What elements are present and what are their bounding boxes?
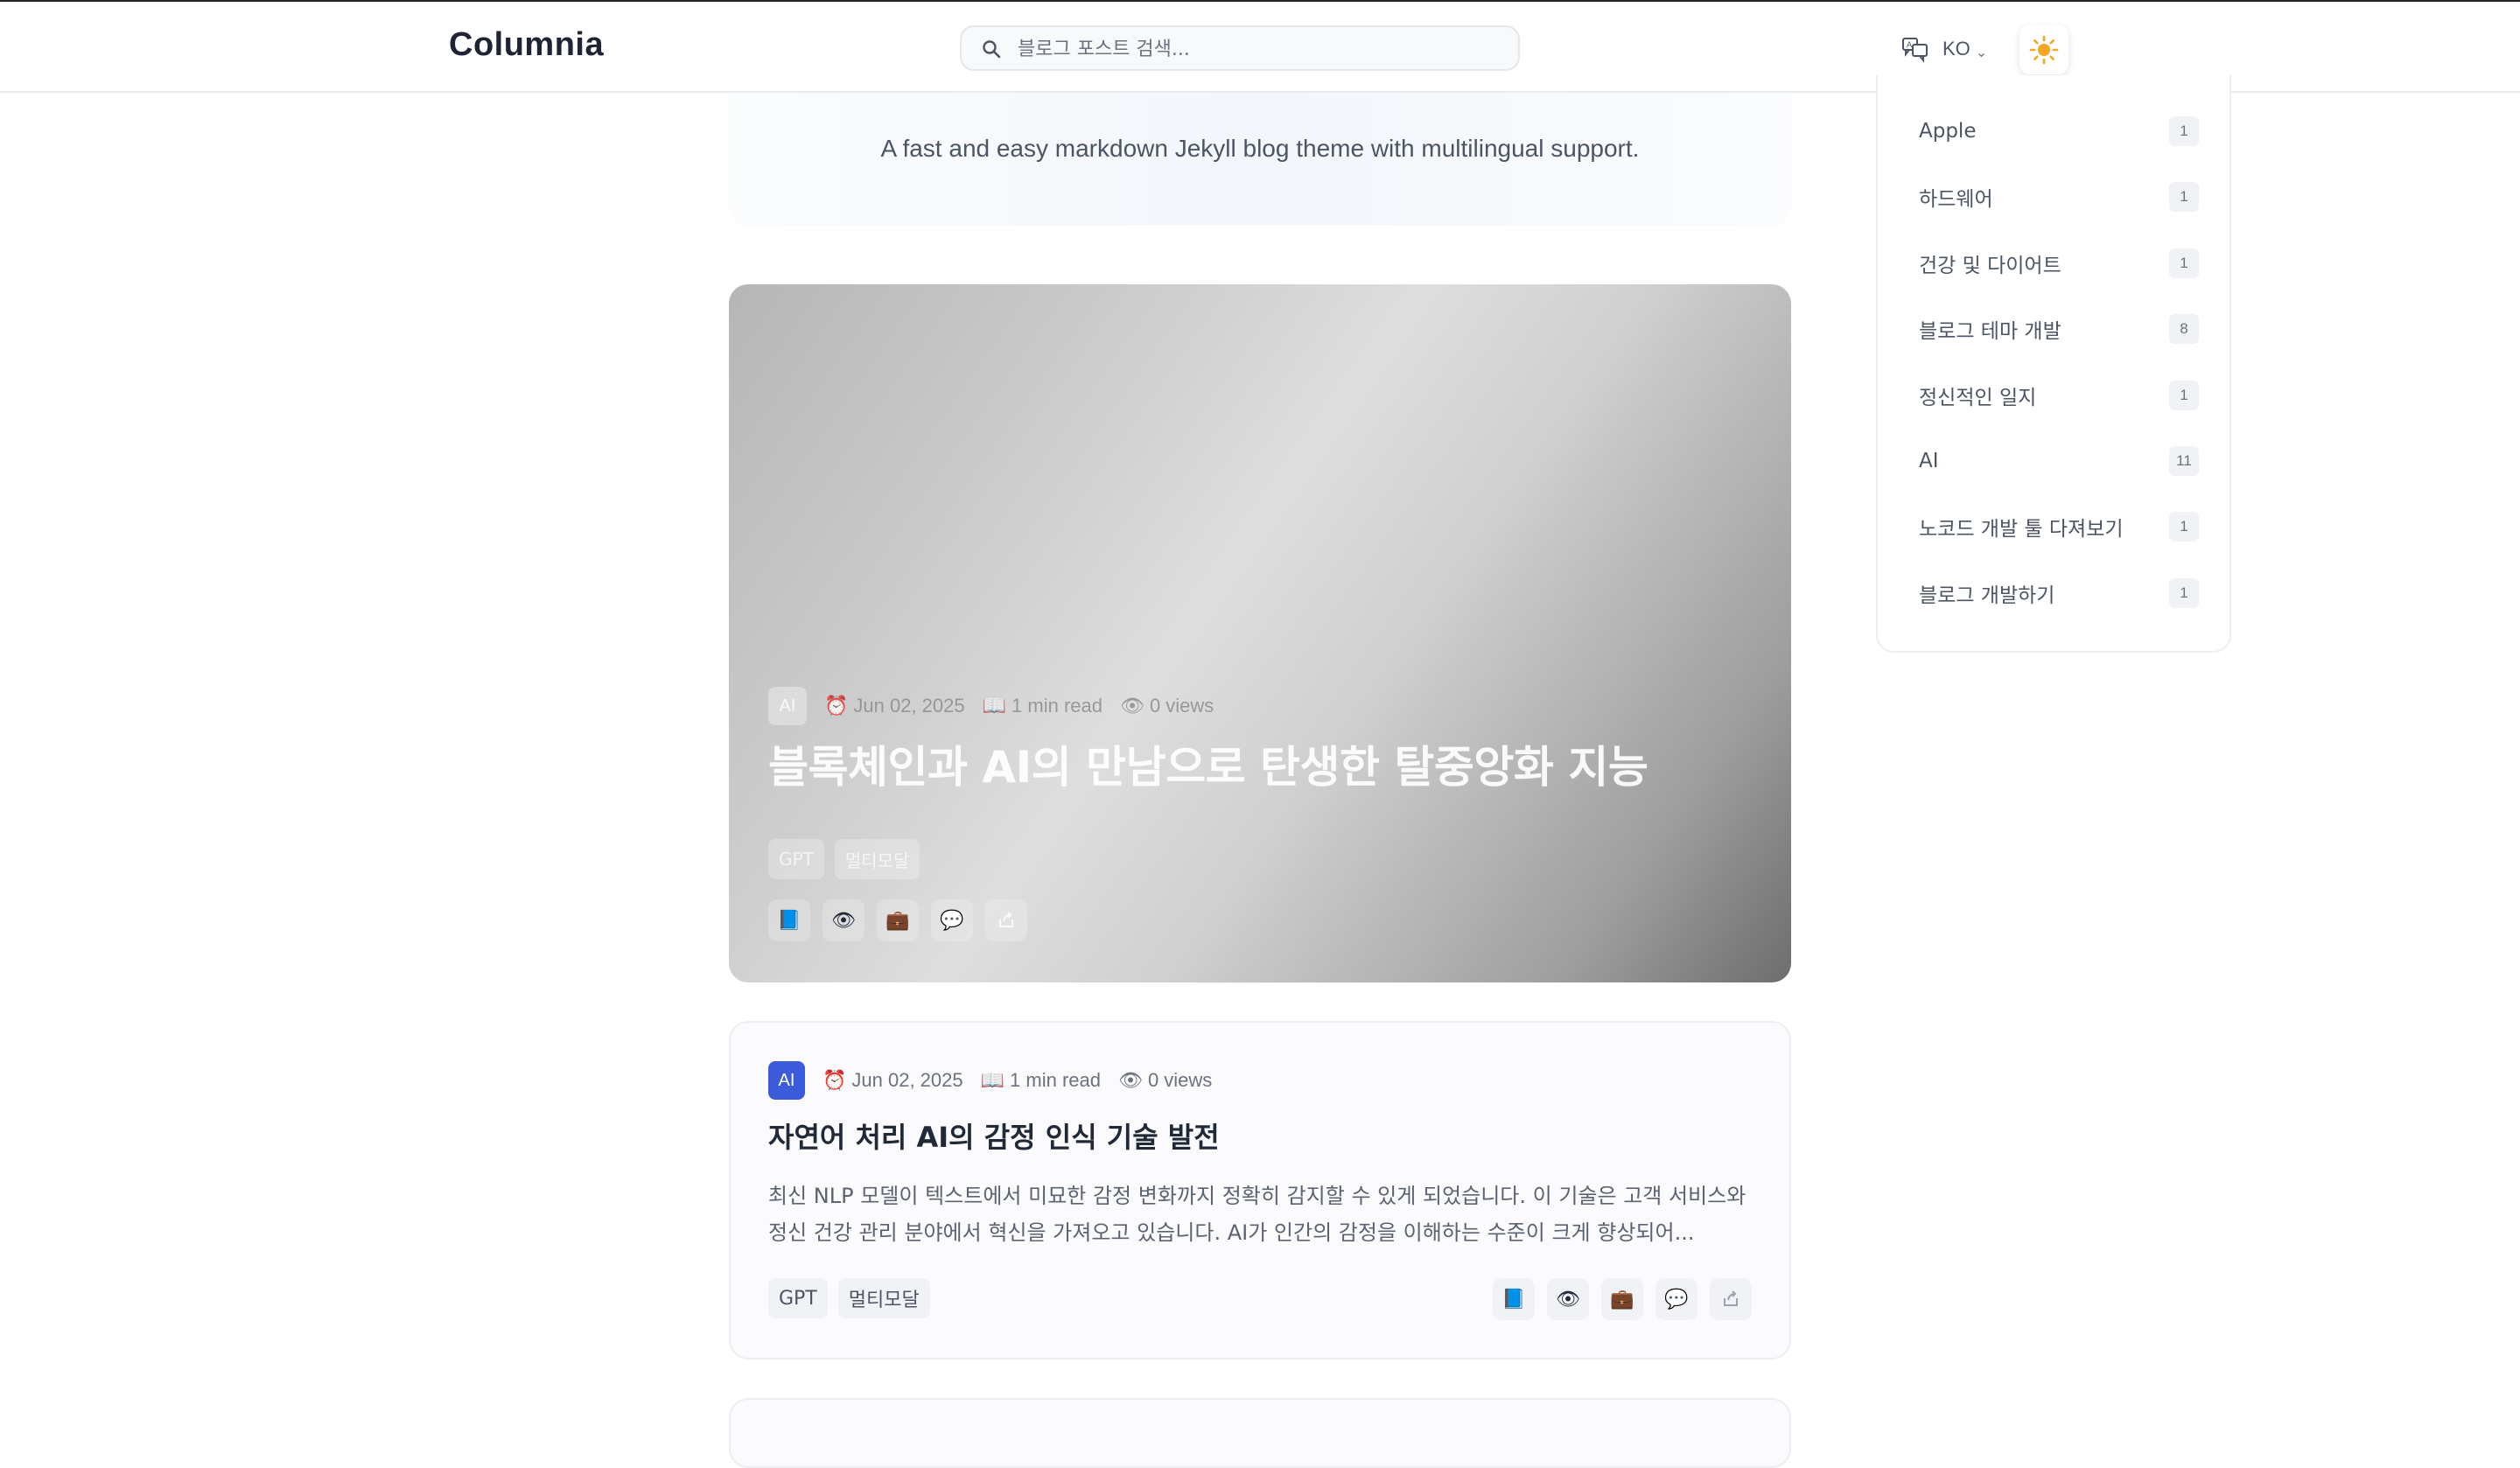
open-book-icon: 📖 bbox=[980, 1069, 1005, 1091]
post-title[interactable]: 블록체인과 AI의 만남으로 탄생한 탈중앙화 지능 bbox=[768, 732, 1648, 795]
view-count-text: 0 views bbox=[1149, 695, 1214, 717]
post-title[interactable]: 자연어 처리 AI의 감정 인식 기술 발전 bbox=[768, 1115, 1220, 1156]
read-time-text: 1 min read bbox=[1012, 695, 1102, 717]
featured-post-card[interactable]: AI ⏰ Jun 02, 2025 📖 1 min read 👁 0 views… bbox=[729, 284, 1791, 982]
category-item[interactable]: 블로그 테마 개발 8 bbox=[1919, 311, 2199, 346]
category-count: 11 bbox=[2169, 446, 2199, 476]
tag-chip[interactable]: 멀티모달 bbox=[837, 1278, 930, 1318]
category-name: Apple bbox=[1919, 120, 1977, 143]
eye-icon[interactable]: 👁 bbox=[1547, 1278, 1589, 1320]
category-item[interactable]: 건강 및 다이어트 1 bbox=[1919, 246, 2199, 281]
book-icon[interactable]: 📘 bbox=[1493, 1278, 1535, 1320]
category-name: AI bbox=[1919, 450, 1939, 472]
search-icon bbox=[983, 40, 1001, 59]
category-count: 1 bbox=[2169, 512, 2199, 542]
post-actions: 📘 👁 💼 💬 bbox=[1493, 1278, 1752, 1320]
category-count: 8 bbox=[2169, 314, 2199, 344]
book-icon[interactable]: 📘 bbox=[768, 899, 810, 941]
read-time: 📖 1 min read bbox=[981, 1069, 1101, 1092]
svg-text:A: A bbox=[1907, 41, 1913, 50]
category-item[interactable]: Apple 1 bbox=[1919, 114, 2199, 149]
category-badge[interactable]: AI bbox=[768, 1061, 805, 1100]
read-time: 📖 1 min read bbox=[983, 695, 1102, 717]
search-box[interactable] bbox=[960, 25, 1520, 71]
briefcase-icon[interactable]: 💼 bbox=[877, 899, 919, 941]
category-item[interactable]: 하드웨어 1 bbox=[1919, 179, 2199, 214]
eye-icon: 👁 bbox=[1118, 1069, 1143, 1091]
post-excerpt: 최신 NLP 모델이 텍스트에서 미묘한 감정 변화까지 정확히 감지할 수 있… bbox=[768, 1184, 1746, 1245]
sun-icon bbox=[2029, 35, 2059, 65]
theme-toggle-button[interactable] bbox=[2020, 25, 2068, 74]
post-actions: 📘 👁 💼 💬 bbox=[768, 899, 1027, 941]
post-date-text: Jun 02, 2025 bbox=[851, 1069, 963, 1091]
hero-banner: A fast and easy markdown Jekyll blog the… bbox=[729, 93, 1791, 226]
category-badge[interactable]: AI bbox=[768, 687, 807, 725]
category-name: 블로그 테마 개발 bbox=[1919, 320, 2062, 343]
post-meta: AI ⏰ Jun 02, 2025 📖 1 min read 👁 0 views bbox=[768, 687, 1214, 725]
category-count: 1 bbox=[2169, 116, 2199, 146]
category-item[interactable]: 블로그 개발하기 1 bbox=[1919, 576, 2199, 611]
category-item[interactable]: 정신적인 일지 1 bbox=[1919, 378, 2199, 413]
read-time-text: 1 min read bbox=[1010, 1069, 1101, 1091]
search-input[interactable] bbox=[1016, 34, 1509, 64]
language-selector[interactable]: A KO ⌄ bbox=[1900, 31, 1987, 66]
eye-icon[interactable]: 👁 bbox=[822, 899, 864, 941]
site-logo[interactable]: Columnia bbox=[449, 26, 604, 64]
category-item[interactable]: 노코드 개발 툴 다져보기 1 bbox=[1919, 509, 2199, 544]
post-card[interactable] bbox=[729, 1398, 1791, 1468]
post-meta: AI ⏰ Jun 02, 2025 📖 1 min read 👁 0 views bbox=[768, 1061, 1212, 1100]
share-icon[interactable] bbox=[1710, 1278, 1752, 1320]
tag-chip[interactable]: 멀티모달 bbox=[834, 839, 920, 879]
post-date: ⏰ Jun 02, 2025 bbox=[824, 695, 965, 717]
post-date-text: Jun 02, 2025 bbox=[853, 695, 965, 717]
briefcase-icon[interactable]: 💼 bbox=[1601, 1278, 1643, 1320]
post-card[interactable]: AI ⏰ Jun 02, 2025 📖 1 min read 👁 0 views… bbox=[729, 1021, 1791, 1360]
category-count: 1 bbox=[2169, 248, 2199, 278]
translate-icon: A bbox=[1902, 38, 1928, 63]
share-glyph bbox=[1724, 1290, 1738, 1306]
eye-icon: 👁 bbox=[1120, 695, 1144, 717]
alarm-clock-icon: ⏰ bbox=[822, 1069, 847, 1091]
category-name: 건강 및 다이어트 bbox=[1919, 255, 2062, 277]
alarm-clock-icon: ⏰ bbox=[824, 695, 849, 717]
comment-icon[interactable]: 💬 bbox=[1656, 1278, 1698, 1320]
post-tags: GPT 멀티모달 bbox=[768, 839, 920, 879]
site-tagline: A fast and easy markdown Jekyll blog the… bbox=[880, 135, 1640, 162]
view-count-text: 0 views bbox=[1147, 1069, 1213, 1091]
tag-chip[interactable]: GPT bbox=[768, 1278, 828, 1318]
category-count: 1 bbox=[2169, 578, 2199, 608]
post-tags: GPT 멀티모달 bbox=[768, 1278, 930, 1318]
category-count: 1 bbox=[2169, 182, 2199, 212]
category-name: 노코드 개발 툴 다져보기 bbox=[1919, 518, 2124, 541]
category-name: 하드웨어 bbox=[1919, 188, 1993, 211]
share-glyph bbox=[999, 912, 1013, 927]
share-icon[interactable] bbox=[985, 899, 1027, 941]
tag-chip[interactable]: GPT bbox=[768, 839, 824, 879]
post-date: ⏰ Jun 02, 2025 bbox=[822, 1069, 963, 1092]
comment-icon[interactable]: 💬 bbox=[931, 899, 973, 941]
open-book-icon: 📖 bbox=[982, 695, 1007, 717]
category-count: 1 bbox=[2169, 381, 2199, 410]
category-item[interactable]: AI 11 bbox=[1919, 444, 2199, 479]
category-name: 정신적인 일지 bbox=[1919, 387, 2037, 409]
view-count: 👁 0 views bbox=[1118, 1069, 1212, 1092]
category-name: 블로그 개발하기 bbox=[1919, 584, 2055, 607]
view-count: 👁 0 views bbox=[1120, 695, 1214, 717]
language-code: KO bbox=[1942, 38, 1970, 59]
chevron-down-icon: ⌄ bbox=[1975, 45, 1988, 60]
category-sidebar: Apple 1 하드웨어 1 건강 및 다이어트 1 블로그 테마 개발 8 정… bbox=[1876, 75, 2231, 653]
